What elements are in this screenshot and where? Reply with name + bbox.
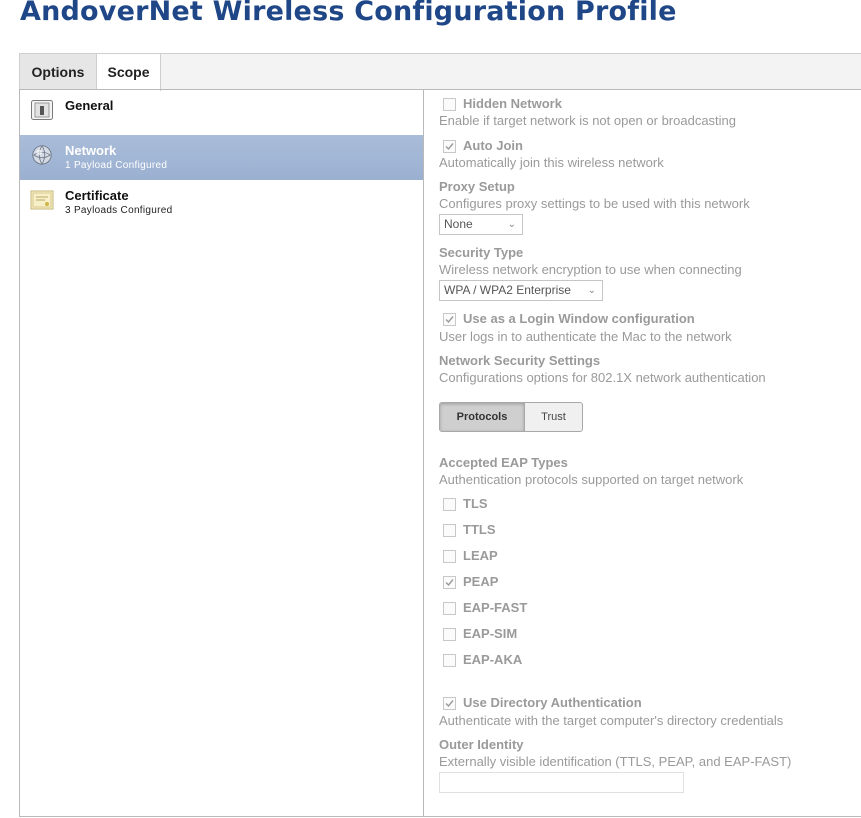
proxy-setup-select[interactable]: None ⌄ (439, 214, 523, 235)
auto-join-label: Auto Join (463, 138, 523, 153)
eap-type-label: LEAP (463, 548, 498, 563)
protocols-tab[interactable]: Protocols (440, 403, 525, 431)
eap-type-label: PEAP (463, 574, 499, 589)
eap-fast-checkbox[interactable] (443, 602, 456, 615)
security-type-value: WPA / WPA2 Enterprise (444, 283, 571, 297)
proxy-setup-value: None (444, 217, 473, 231)
security-type-select[interactable]: WPA / WPA2 Enterprise ⌄ (439, 280, 603, 301)
outer-identity-description: Externally visible identification (TTLS,… (439, 754, 792, 769)
login-window-checkbox[interactable] (443, 313, 456, 326)
globe-icon (32, 145, 52, 165)
sidebar-item-title: Network (65, 143, 117, 158)
eap-type-label: EAP-FAST (463, 600, 528, 615)
payload-sidebar: General Network 1 Payload Configured Cer… (20, 90, 424, 816)
sidebar-item-network[interactable]: Network 1 Payload Configured (20, 135, 423, 180)
network-security-description: Configurations options for 802.1X networ… (439, 370, 766, 385)
tab-bar: Options Scope (19, 53, 861, 91)
certificate-icon (30, 190, 54, 210)
page-title: AndoverNet Wireless Configuration Profil… (20, 0, 677, 27)
auto-join-checkbox[interactable] (443, 140, 456, 153)
security-settings-segmented-control: Protocols Trust (439, 402, 583, 432)
sidebar-item-title: General (65, 98, 114, 113)
sidebar-item-title: Certificate (65, 188, 129, 203)
directory-auth-checkbox[interactable] (443, 697, 456, 710)
sidebar-item-subtitle: 1 Payload Configured (65, 160, 168, 171)
chevron-down-icon: ⌄ (507, 219, 516, 230)
proxy-setup-label: Proxy Setup (439, 179, 515, 194)
sidebar-item-general[interactable]: General (20, 90, 423, 135)
directory-auth-description: Authenticate with the target computer's … (439, 713, 784, 728)
eap-type-label: EAP-SIM (463, 626, 518, 641)
eap-type-label: TLS (463, 496, 488, 511)
eap-types-label: Accepted EAP Types (439, 455, 568, 470)
checkmark-icon (445, 579, 454, 587)
chevron-down-icon: ⌄ (587, 285, 596, 296)
ttls-checkbox[interactable] (443, 524, 456, 537)
hidden-network-description: Enable if target network is not open or … (439, 113, 737, 128)
login-window-label: Use as a Login Window configuration (463, 311, 695, 326)
auto-join-description: Automatically join this wireless network (439, 155, 664, 170)
proxy-setup-description: Configures proxy settings to be used wit… (439, 196, 750, 211)
network-security-label: Network Security Settings (439, 353, 601, 368)
eap-aka-checkbox[interactable] (443, 654, 456, 667)
security-type-label: Security Type (439, 245, 524, 260)
directory-auth-label: Use Directory Authentication (463, 695, 642, 710)
security-type-description: Wireless network encryption to use when … (439, 262, 742, 277)
eap-type-label: TTLS (463, 522, 496, 537)
eap-types-description: Authentication protocols supported on ta… (439, 472, 744, 487)
sidebar-item-subtitle: 3 Payloads Configured (65, 205, 173, 216)
tab-options[interactable]: Options (20, 54, 97, 90)
checkmark-icon (445, 700, 454, 708)
outer-identity-input[interactable] (439, 772, 684, 793)
outer-identity-label: Outer Identity (439, 737, 524, 752)
hidden-network-label: Hidden Network (463, 96, 562, 111)
eap-type-label: EAP-AKA (463, 652, 523, 667)
checkmark-icon (445, 316, 454, 324)
hidden-network-checkbox[interactable] (443, 98, 456, 111)
switch-icon (31, 100, 53, 120)
login-window-description: User logs in to authenticate the Mac to … (439, 329, 732, 344)
checkmark-icon (445, 143, 454, 151)
eap-sim-checkbox[interactable] (443, 628, 456, 641)
tls-checkbox[interactable] (443, 498, 456, 511)
tab-scope[interactable]: Scope (97, 54, 161, 91)
sidebar-item-certificate[interactable]: Certificate 3 Payloads Configured (20, 180, 423, 225)
peap-checkbox[interactable] (443, 576, 456, 589)
trust-tab[interactable]: Trust (525, 403, 582, 431)
leap-checkbox[interactable] (443, 550, 456, 563)
